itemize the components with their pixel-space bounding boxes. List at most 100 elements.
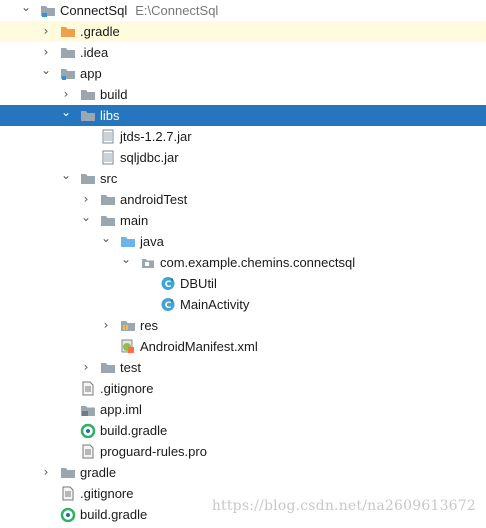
tree-item-res[interactable]: › res	[0, 315, 486, 336]
chevron-down-icon[interactable]: ⌄	[79, 210, 93, 231]
tree-item-app-build-gradle[interactable]: build.gradle	[0, 420, 486, 441]
tree-item-text: .gitignore	[80, 486, 134, 501]
tree-item-text: .idea	[80, 45, 109, 60]
tree-item-label: com.example.chemins.connectsql	[160, 252, 355, 273]
tree-item-java[interactable]: ⌄ java	[0, 231, 486, 252]
folder-orange-icon	[60, 24, 76, 39]
tree-item-text: .gradle	[80, 24, 120, 39]
tree-item-label: proguard-rules.pro	[100, 441, 207, 462]
tree-item-label: MainActivity	[180, 294, 249, 315]
tree-item-label: .idea	[80, 42, 108, 63]
tree-item-jtds-jar[interactable]: jtds-1.2.7.jar	[0, 126, 486, 147]
chevron-right-icon[interactable]: ›	[39, 21, 53, 42]
tree-item-label: src	[100, 168, 117, 189]
tree-item-label: build.gradle	[80, 504, 147, 525]
tree-item-app[interactable]: ⌄ app	[0, 63, 486, 84]
folder-icon	[100, 213, 116, 228]
tree-item-label: gradle	[80, 462, 116, 483]
tree-item-proguard[interactable]: proguard-rules.pro	[0, 441, 486, 462]
source-folder-icon	[120, 234, 136, 249]
svg-text:C: C	[165, 301, 172, 311]
chevron-down-icon[interactable]: ⌄	[59, 105, 73, 126]
tree-item-label: ConnectSql E:\ConnectSql	[60, 0, 218, 21]
gradle-file-icon	[80, 423, 96, 439]
tree-item-gradle[interactable]: › gradle	[0, 462, 486, 483]
watermark-text: https://blog.csdn.net/na2609613672	[211, 498, 476, 514]
tree-item-label: app	[80, 63, 102, 84]
tree-item-sqljdbc-jar[interactable]: sqljdbc.jar	[0, 147, 486, 168]
tree-item-text: app.iml	[100, 402, 142, 417]
tree-item-label: AndroidManifest.xml	[140, 336, 258, 357]
manifest-icon	[120, 339, 136, 354]
tree-item-text: androidTest	[120, 192, 188, 207]
tree-item-label: test	[120, 357, 141, 378]
tree-item-text: jtds-1.2.7.jar	[120, 129, 192, 144]
tree-item-label: jtds-1.2.7.jar	[120, 126, 192, 147]
tree-item-text: build.gradle	[80, 507, 148, 522]
chevron-right-icon[interactable]: ›	[39, 462, 53, 483]
chevron-down-icon[interactable]: ⌄	[19, 0, 33, 21]
tree-item-text: build.gradle	[100, 423, 168, 438]
chevron-down-icon[interactable]: ⌄	[39, 63, 53, 84]
chevron-right-icon[interactable]: ›	[39, 42, 53, 63]
tree-item-text: DBUtil	[180, 276, 217, 291]
svg-text:C: C	[165, 280, 172, 290]
jar-icon	[100, 150, 116, 165]
tree-item-androidtest[interactable]: › androidTest	[0, 189, 486, 210]
chevron-right-icon[interactable]: ›	[79, 357, 93, 378]
tree-item-src[interactable]: ⌄ src	[0, 168, 486, 189]
tree-item-text: AndroidManifest.xml	[140, 339, 258, 354]
tree-item-connectsql[interactable]: ⌄ ConnectSql E:\ConnectSql	[0, 0, 486, 21]
chevron-down-icon[interactable]: ⌄	[119, 252, 133, 273]
tree-item-app-gitignore[interactable]: .gitignore	[0, 378, 486, 399]
chevron-right-icon[interactable]: ›	[99, 315, 113, 336]
tree-item-label: main	[120, 210, 148, 231]
tree-item-gradle-dir[interactable]: › .gradle	[0, 21, 486, 42]
file-text-icon	[60, 486, 76, 501]
folder-icon	[60, 45, 76, 60]
tree-item-text: proguard-rules.pro	[100, 444, 207, 459]
tree-item-label: .gitignore	[80, 483, 133, 504]
tree-item-text: src	[100, 171, 118, 186]
tree-item-idea[interactable]: › .idea	[0, 42, 486, 63]
class-icon: C	[160, 297, 176, 312]
chevron-right-icon[interactable]: ›	[79, 189, 93, 210]
iml-file-icon	[80, 402, 96, 417]
file-text-icon	[80, 381, 96, 396]
tree-item-text: build	[100, 87, 128, 102]
tree-item-label: .gradle	[80, 21, 120, 42]
tree-item-label: .gitignore	[100, 378, 153, 399]
tree-item-package[interactable]: ⌄ com.example.chemins.connectsql	[0, 252, 486, 273]
tree-item-manifest[interactable]: AndroidManifest.xml	[0, 336, 486, 357]
folder-icon	[60, 465, 76, 480]
tree-item-text: .gitignore	[100, 381, 154, 396]
project-module-icon	[40, 3, 56, 18]
tree-item-label: DBUtil	[180, 273, 217, 294]
gradle-file-icon	[60, 507, 76, 523]
folder-icon	[100, 360, 116, 375]
tree-item-label: androidTest	[120, 189, 187, 210]
tree-item-label: java	[140, 231, 164, 252]
tree-item-build[interactable]: › build	[0, 84, 486, 105]
tree-item-libs[interactable]: ⌄ libs	[0, 105, 486, 126]
tree-item-dbutil[interactable]: C DBUtil	[0, 273, 486, 294]
tree-item-text: app	[80, 66, 102, 81]
tree-item-label: sqljdbc.jar	[120, 147, 179, 168]
tree-item-app-iml[interactable]: app.iml	[0, 399, 486, 420]
chevron-down-icon[interactable]: ⌄	[59, 168, 73, 189]
tree-item-test[interactable]: › test	[0, 357, 486, 378]
tree-item-label: build.gradle	[100, 420, 167, 441]
tree-item-label: build	[100, 84, 127, 105]
chevron-down-icon[interactable]: ⌄	[99, 231, 113, 252]
tree-item-text: main	[120, 213, 149, 228]
tree-item-main[interactable]: ⌄ main	[0, 210, 486, 231]
tree-item-text: MainActivity	[180, 297, 250, 312]
jar-icon	[100, 129, 116, 144]
tree-item-text: test	[120, 360, 141, 375]
class-icon: C	[160, 276, 176, 291]
tree-item-mainactivity[interactable]: C MainActivity	[0, 294, 486, 315]
folder-icon	[100, 192, 116, 207]
tree-item-label: libs	[100, 105, 120, 126]
tree-item-text: libs	[100, 108, 120, 123]
chevron-right-icon[interactable]: ›	[59, 84, 73, 105]
